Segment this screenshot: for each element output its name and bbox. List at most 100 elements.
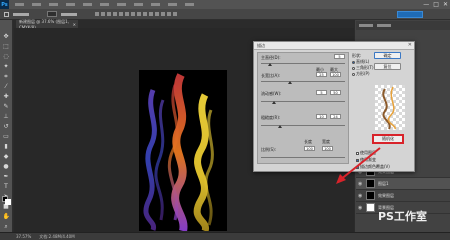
flow-min-input[interactable]: 5 [316,90,327,95]
option-select[interactable] [47,11,57,17]
annotation-arrow-icon [336,147,381,184]
blur-tool-icon[interactable]: ◆ [3,153,10,160]
menu-item[interactable] [151,3,160,6]
photoshop-logo: Ps [0,0,9,9]
radio-button[interactable] [352,72,355,76]
menu-item[interactable] [168,3,177,6]
aspect-max-input[interactable]: 100 [330,72,341,77]
randomize-button[interactable]: 随机化 [372,134,404,144]
marquee-tool-icon[interactable]: ⬚ [3,43,10,50]
menu-bar: Ps — □ ✕ [0,0,450,9]
maximize-button[interactable]: □ [433,1,439,8]
history-brush-tool-icon[interactable]: ↺ [3,123,10,130]
align-icon[interactable] [155,12,159,16]
pen-tool-icon[interactable]: ✒ [3,173,10,180]
slider-knob[interactable] [278,125,282,128]
crop-tool-icon[interactable]: ⌗ [3,73,10,80]
panel-tab[interactable] [377,24,391,27]
stroke-preview [375,85,405,130]
radio-label: 方形(P) [356,71,370,76]
eye-icon[interactable]: ◉ [358,205,363,210]
hand-tool-icon[interactable]: ✋ [3,213,10,220]
scale-length-input[interactable]: 100 [304,146,315,151]
reset-button[interactable]: 复位 [374,63,401,70]
align-icon[interactable] [167,12,171,16]
stamp-tool-icon[interactable]: ⊥ [3,113,10,120]
menu-item[interactable] [117,3,126,6]
align-icon[interactable] [107,12,111,16]
canvas-artwork[interactable] [139,70,227,231]
aspect-slider[interactable] [261,81,345,82]
eye-icon[interactable]: ◉ [358,193,363,198]
width-label: 宽度 [322,139,330,144]
align-icons [95,12,177,16]
align-icon[interactable] [173,12,177,16]
diameter-slider[interactable] [261,63,345,64]
watermark-text: PS工作室 [378,210,427,223]
gradient-tool-icon[interactable]: ▮ [3,143,10,150]
move-tool-icon[interactable]: ✥ [3,33,10,40]
slider-knob[interactable] [288,81,292,84]
menu-item[interactable] [15,3,24,6]
align-icon[interactable] [161,12,165,16]
align-icon[interactable] [143,12,147,16]
option-checkbox[interactable] [4,11,9,17]
eraser-tool-icon[interactable]: ▭ [3,133,10,140]
field-label: 粗糙度(R): [261,115,281,120]
dialog-title-bar: 描边 [254,42,414,50]
menu-item[interactable] [49,3,58,6]
menu-item[interactable] [66,3,75,6]
close-window-button[interactable]: ✕ [443,1,448,8]
menu-item[interactable] [185,3,194,6]
status-bar: 37.57% 文档:2.48M/4.40M [0,232,450,240]
align-icon[interactable] [101,12,105,16]
menu-item[interactable] [100,3,109,6]
menu-item[interactable] [32,3,41,6]
minimize-button[interactable]: — [423,1,429,8]
menu-item[interactable] [134,3,143,6]
eyedropper-tool-icon[interactable]: ⁄ [3,83,10,90]
scale-width-input[interactable]: 100 [322,146,333,151]
align-icon[interactable] [125,12,129,16]
field-label: 主直径(D): [261,55,281,60]
layer-name: 效果图层 [378,192,394,198]
menu-item[interactable] [83,3,92,6]
type-tool-icon[interactable]: T [3,183,10,190]
align-icon[interactable] [137,12,141,16]
brush-tool-icon[interactable]: ✎ [3,103,10,110]
radio-button[interactable] [352,66,355,70]
magic-wand-tool-icon[interactable]: ✦ [3,63,10,70]
document-tab[interactable]: 新建图层 @ 37.6% (图层1, CMYK/8) ✕ [16,19,78,30]
align-icon[interactable] [149,12,153,16]
diameter-input[interactable]: 5 [334,54,345,59]
radio-button[interactable] [352,60,355,64]
align-icon[interactable] [131,12,135,16]
align-icon[interactable] [95,12,99,16]
align-icon[interactable] [113,12,117,16]
slider-knob[interactable] [272,101,276,104]
flow-max-input[interactable]: 50 [330,90,341,95]
zoom-tool-icon[interactable]: ⌕ [3,223,10,230]
panel-tab[interactable] [359,24,373,27]
dialog-close-icon[interactable]: ✕ [408,42,412,48]
dialog-title: 描边 [257,42,265,48]
roughness-min-input[interactable]: 10 [316,114,327,119]
layer-row[interactable]: ◉ 效果图层 [356,190,450,202]
panel-tabs [356,21,450,30]
close-tab-icon[interactable]: ✕ [73,22,76,27]
aspect-min-input[interactable]: 25 [316,72,327,77]
healing-tool-icon[interactable]: ✚ [3,93,10,100]
lasso-tool-icon[interactable]: ◌ [3,53,10,60]
zoom-readout[interactable]: 37.57% [16,234,31,239]
roughness-max-input[interactable]: 24 [330,114,341,119]
roughness-slider[interactable] [261,125,345,126]
layer-thumbnail [366,191,375,200]
dodge-tool-icon[interactable]: ● [3,163,10,170]
ok-button[interactable]: 确定 [374,52,401,59]
slider-knob[interactable] [268,63,272,66]
scale-slider[interactable] [261,157,345,158]
align-icon[interactable] [119,12,123,16]
workspace-button[interactable] [397,11,423,18]
shape-option-square[interactable]: 方形(P) [352,71,370,77]
background-color-swatch[interactable] [5,199,11,205]
